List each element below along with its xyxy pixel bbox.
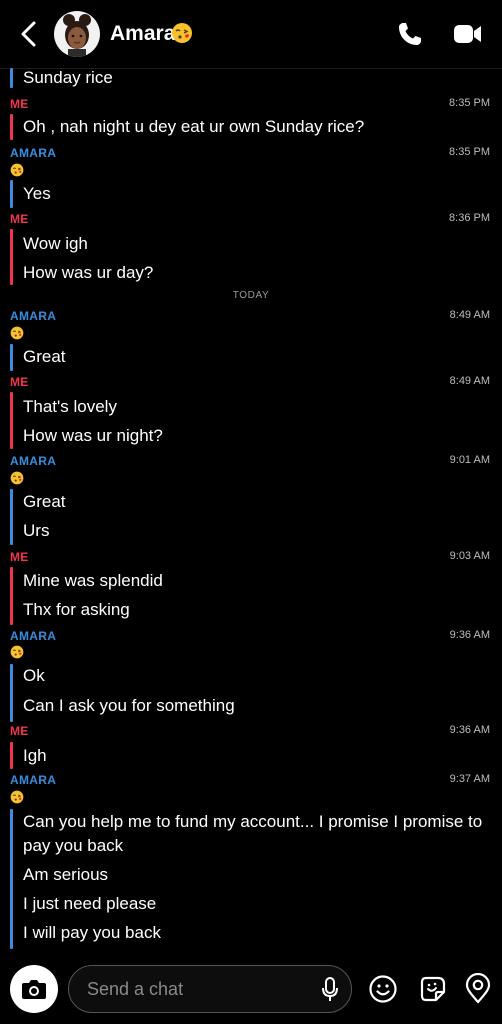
camera-button[interactable] [10, 965, 58, 1013]
message-text[interactable]: Thx for asking [23, 598, 493, 622]
sender-label-amara: AMARA [10, 629, 57, 643]
message-text[interactable]: Igh [23, 744, 493, 768]
amara-message-bar [10, 180, 13, 208]
back-chevron-icon[interactable] [16, 18, 44, 50]
sender-label-amara: AMARA [10, 309, 57, 323]
message-text[interactable]: I just need please [23, 892, 493, 916]
kiss-face-emoji-icon [10, 163, 24, 177]
day-separator: TODAY [232, 290, 270, 301]
me-message-bar [10, 229, 13, 285]
message-timestamp: 9:03 AM [449, 550, 490, 562]
message-timestamp: 9:36 AM [449, 724, 490, 736]
chat-input-container[interactable] [68, 965, 352, 1013]
message-text[interactable]: Urs [23, 519, 493, 543]
message-text[interactable]: Great [23, 345, 493, 369]
sticker-icon[interactable] [418, 974, 448, 1004]
sender-label-me: ME [10, 724, 29, 738]
message-text[interactable]: Oh , nah night u dey eat ur own Sunday r… [23, 115, 493, 139]
message-timestamp: 8:36 PM [449, 212, 490, 224]
amara-message-bar [10, 344, 13, 371]
amara-message-bar [10, 664, 13, 722]
message-text[interactable]: Great [23, 490, 493, 514]
smiley-emoji-icon[interactable] [368, 974, 398, 1004]
me-message-bar [10, 742, 13, 769]
message-timestamp: 8:49 AM [449, 375, 490, 387]
message-text[interactable]: Can you help me to fund my account... I … [23, 810, 493, 858]
message-text[interactable]: Sunday rice [23, 66, 493, 90]
kiss-face-emoji-icon [172, 23, 192, 43]
chat-header: Amara [0, 0, 502, 69]
me-message-bar [10, 114, 13, 140]
sender-label-amara: AMARA [10, 146, 57, 160]
message-text[interactable]: Am serious [23, 863, 493, 887]
sender-label-me: ME [10, 212, 29, 226]
message-text[interactable]: Can I ask you for something [23, 694, 493, 718]
message-timestamp: 9:36 AM [449, 629, 490, 641]
message-timestamp: 8:35 PM [449, 97, 490, 109]
message-text[interactable]: I will pay you back [23, 921, 493, 945]
kiss-face-emoji-icon [10, 471, 24, 485]
kiss-face-emoji-icon [10, 790, 24, 804]
send-chat-input[interactable] [85, 976, 309, 1002]
amara-message-bar [10, 68, 13, 88]
message-text[interactable]: That's lovely [23, 395, 493, 419]
chat-title[interactable]: Amara [110, 22, 175, 46]
message-timestamp: 9:01 AM [449, 454, 490, 466]
sender-label-me: ME [10, 375, 29, 389]
avatar[interactable] [54, 11, 100, 57]
sender-label-me: ME [10, 97, 29, 111]
camera-icon [22, 980, 46, 999]
chat-composer-bar [0, 954, 502, 1024]
message-text[interactable]: How was ur day? [23, 261, 493, 285]
message-list[interactable]: Sunday rice ME 8:35 PM Oh , nah night u … [0, 68, 502, 954]
message-text[interactable]: Ok [23, 664, 493, 688]
kiss-face-emoji-icon [10, 326, 24, 340]
message-timestamp: 8:49 AM [449, 309, 490, 321]
microphone-icon[interactable] [321, 977, 339, 1003]
message-text[interactable]: Wow igh [23, 232, 493, 256]
bitmoji-avatar-icon [63, 14, 91, 57]
sender-label-me: ME [10, 550, 29, 564]
message-text[interactable]: How was ur night? [23, 424, 493, 448]
me-message-bar [10, 392, 13, 449]
kiss-face-emoji-icon [10, 645, 24, 659]
video-call-icon[interactable] [453, 22, 483, 46]
location-pin-icon[interactable] [464, 973, 492, 1005]
message-text[interactable]: Yes [23, 182, 493, 206]
message-timestamp: 8:35 PM [449, 146, 490, 158]
amara-message-bar [10, 809, 13, 949]
sender-label-amara: AMARA [10, 773, 57, 787]
message-timestamp: 9:37 AM [449, 773, 490, 785]
amara-message-bar [10, 489, 13, 545]
message-text[interactable]: Mine was splendid [23, 569, 493, 593]
me-message-bar [10, 567, 13, 625]
sender-label-amara: AMARA [10, 454, 57, 468]
phone-call-icon[interactable] [396, 20, 424, 48]
